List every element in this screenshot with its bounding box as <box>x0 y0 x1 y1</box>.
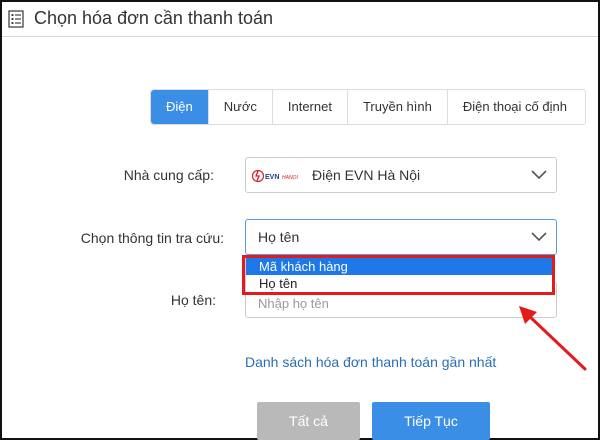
evn-logo: EVN HANOI <box>252 169 298 183</box>
lookup-dropdown: Mã khách hàng Họ tên <box>245 257 554 294</box>
annotation-arrow <box>519 306 587 371</box>
tab-water[interactable]: Nước <box>209 90 273 124</box>
svg-text:HANOI: HANOI <box>282 175 298 181</box>
recent-bills-link[interactable]: Danh sách hóa đơn thanh toán gần nhất <box>245 354 496 370</box>
option-customer-code[interactable]: Mã khách hàng <box>246 258 553 275</box>
service-tabs: Điện Nước Internet Truyền hình Điện thoạ… <box>150 89 586 125</box>
continue-button[interactable]: Tiếp Tục <box>372 402 490 440</box>
provider-label: Nhà cung cấp: <box>123 167 214 183</box>
provider-value: Điện EVN Hà Nội <box>312 167 421 183</box>
name-label: Họ tên: <box>170 292 216 308</box>
svg-text:EVN: EVN <box>265 174 279 181</box>
tab-internet[interactable]: Internet <box>273 90 348 124</box>
provider-select[interactable]: EVN HANOI Điện EVN Hà Nội <box>245 157 557 193</box>
chevron-down-icon <box>531 232 547 242</box>
list-icon <box>8 10 24 28</box>
page-title: Chọn hóa đơn cần thanh toán <box>34 8 273 28</box>
chevron-down-icon <box>531 170 547 180</box>
lookup-value: Họ tên <box>258 229 300 245</box>
lookup-select[interactable]: Họ tên <box>245 219 557 255</box>
page-header: Chọn hóa đơn cần thanh toán <box>2 2 598 37</box>
tab-landline[interactable]: Điện thoại cố định <box>448 90 585 124</box>
tab-electricity[interactable]: Điện <box>151 90 209 124</box>
tab-television[interactable]: Truyền hình <box>348 90 448 124</box>
option-full-name[interactable]: Họ tên <box>246 275 553 292</box>
lookup-label: Chọn thông tin tra cứu: <box>80 230 224 246</box>
all-button[interactable]: Tất cả <box>257 402 360 440</box>
